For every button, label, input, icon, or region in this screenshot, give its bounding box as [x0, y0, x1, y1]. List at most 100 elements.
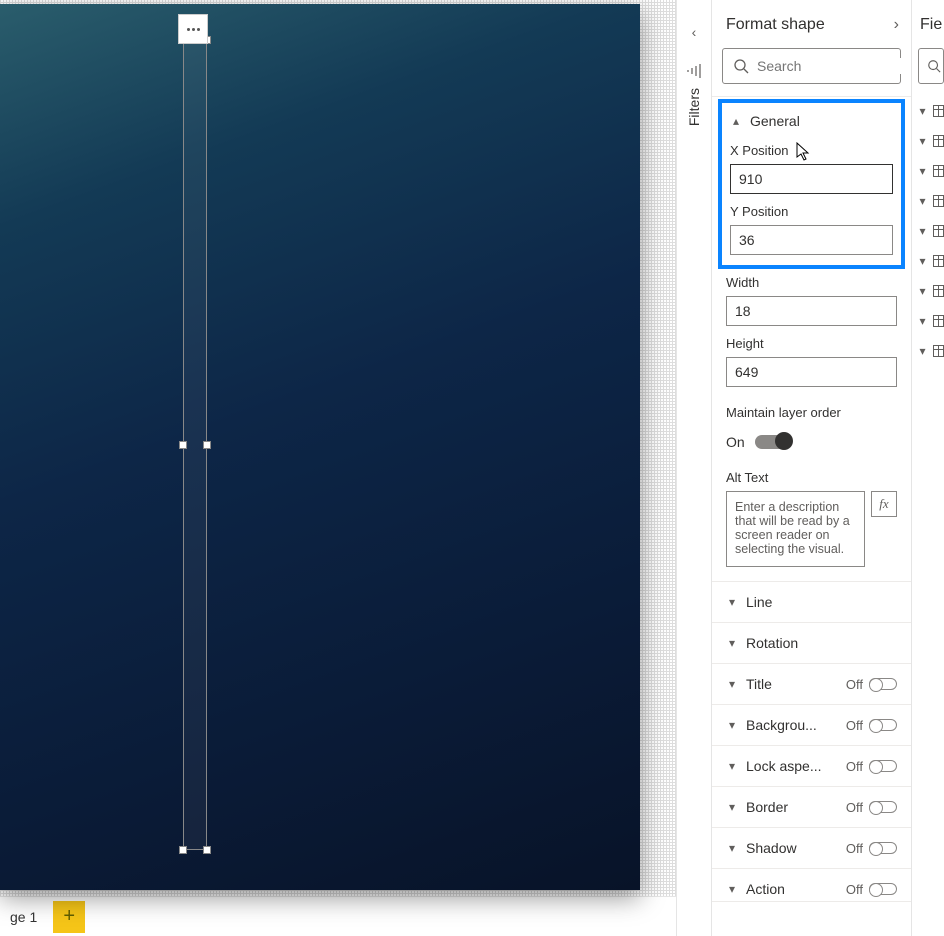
x-position-label: X Position [730, 143, 893, 158]
expand-filters-chevron-icon[interactable]: ‹ [692, 24, 697, 40]
section-rotation[interactable]: ▾Rotation [712, 622, 911, 663]
chevron-down-icon: ▾ [918, 104, 927, 118]
table-icon [933, 285, 944, 297]
search-icon [927, 59, 941, 73]
section-background-toggle[interactable]: Off [846, 718, 897, 733]
selected-shape[interactable] [183, 40, 207, 850]
page-tab[interactable]: ge 1 [6, 905, 41, 929]
resize-handle-mid-right[interactable] [203, 441, 211, 449]
chevron-down-icon: ▾ [726, 677, 738, 691]
page-tab-bar: ge 1 + [0, 896, 676, 936]
field-table-row[interactable]: ▾ [912, 186, 944, 216]
pane-title: Format shape [726, 16, 825, 34]
table-icon [933, 255, 944, 267]
format-search-box[interactable] [722, 48, 901, 84]
section-line[interactable]: ▾Line [712, 581, 911, 622]
chevron-down-icon: ▾ [918, 344, 927, 358]
section-border-toggle[interactable]: Off [846, 800, 897, 815]
section-title-title: Title [746, 676, 838, 692]
chevron-down-icon: ▾ [918, 164, 927, 178]
resize-handle-bottom-right[interactable] [203, 846, 211, 854]
ellipsis-icon [187, 28, 200, 31]
chevron-down-icon: ▾ [726, 841, 738, 855]
field-table-row[interactable]: ▾ [912, 306, 944, 336]
chevron-down-icon: ▾ [918, 284, 927, 298]
field-table-row[interactable]: ▾ [912, 336, 944, 366]
chevron-down-icon: ▾ [726, 636, 738, 650]
field-table-row[interactable]: ▾ [912, 246, 944, 276]
y-position-input[interactable] [730, 225, 893, 255]
section-lock-toggle[interactable]: Off [846, 759, 897, 774]
search-icon [733, 58, 749, 74]
section-background[interactable]: ▾Backgrou... Off [712, 704, 911, 745]
alt-text-fx-button[interactable]: fx [871, 491, 897, 517]
resize-handle-mid-left[interactable] [179, 441, 187, 449]
section-shadow-toggle[interactable]: Off [846, 841, 897, 856]
x-position-input[interactable] [730, 164, 893, 194]
section-general: ▴ General X Position Y Position Width He… [712, 96, 911, 581]
report-canvas-area: ge 1 + [0, 0, 676, 936]
section-action[interactable]: ▾ Action Off [712, 868, 911, 902]
section-border[interactable]: ▾Border Off [712, 786, 911, 827]
chevron-down-icon: ▾ [918, 224, 927, 238]
section-action-title: Action [746, 881, 838, 897]
add-page-button[interactable]: + [53, 901, 85, 933]
table-icon [933, 315, 944, 327]
field-table-row[interactable]: ▾ [912, 96, 944, 126]
chevron-down-icon: ▾ [918, 134, 927, 148]
report-canvas[interactable] [0, 0, 676, 896]
format-search-input[interactable] [757, 58, 912, 74]
field-table-row[interactable]: ▾ [912, 156, 944, 186]
alt-text-input[interactable]: Enter a description that will be read by… [726, 491, 865, 567]
toggle-off-icon [869, 883, 897, 895]
section-lock-title: Lock aspe... [746, 758, 838, 774]
table-icon [933, 195, 944, 207]
section-general-header[interactable]: ▴ General [730, 109, 893, 133]
field-table-row[interactable]: ▾ [912, 216, 944, 246]
chevron-down-icon: ▾ [918, 194, 927, 208]
section-shadow[interactable]: ▾ Shadow Off [712, 827, 911, 868]
section-title[interactable]: ▾ Title Off [712, 663, 911, 704]
chevron-up-icon: ▴ [730, 114, 742, 128]
section-shadow-title: Shadow [746, 840, 838, 856]
chevron-down-icon: ▾ [726, 718, 738, 732]
section-title-toggle[interactable]: Off [846, 677, 897, 692]
pane-next-chevron-icon[interactable]: › [894, 16, 899, 34]
alt-text-label: Alt Text [726, 470, 897, 485]
filters-icon [686, 64, 702, 78]
resize-handle-bottom-left[interactable] [179, 846, 187, 854]
fields-search-box[interactable] [918, 48, 944, 84]
table-icon [933, 105, 944, 117]
width-input[interactable] [726, 296, 897, 326]
height-input[interactable] [726, 357, 897, 387]
section-action-toggle[interactable]: Off [846, 882, 897, 897]
chevron-down-icon: ▾ [918, 254, 927, 268]
filters-pane-collapsed[interactable]: ‹ Filters [676, 0, 712, 936]
toggle-off-icon [869, 719, 897, 731]
maintain-layer-label: Maintain layer order [726, 405, 897, 420]
chevron-down-icon: ▾ [726, 595, 738, 609]
toggle-off-icon [869, 760, 897, 772]
format-shape-pane: Format shape › ▴ General X Position Y Po… [712, 0, 912, 936]
table-icon [933, 225, 944, 237]
fields-pane: Fie ▾ ▾ ▾ ▾ ▾ ▾ ▾ ▾ ▾ [912, 0, 944, 936]
section-lock-aspect[interactable]: ▾ Lock aspe... Off [712, 745, 911, 786]
maintain-layer-toggle[interactable]: On [726, 434, 897, 450]
toggle-off-icon [869, 801, 897, 813]
field-table-row[interactable]: ▾ [912, 126, 944, 156]
table-icon [933, 165, 944, 177]
section-general-title: General [750, 113, 893, 129]
chevron-down-icon: ▾ [726, 800, 738, 814]
width-label: Width [726, 275, 897, 290]
chevron-down-icon: ▾ [726, 882, 738, 896]
shape-more-options-button[interactable] [178, 14, 208, 44]
toggle-off-icon [869, 842, 897, 854]
filters-label: Filters [686, 88, 702, 126]
field-table-row[interactable]: ▾ [912, 276, 944, 306]
general-highlight-box: ▴ General X Position Y Position [718, 99, 905, 269]
chevron-down-icon: ▾ [726, 759, 738, 773]
table-icon [933, 345, 944, 357]
chevron-down-icon: ▾ [918, 314, 927, 328]
toggle-off-icon [869, 678, 897, 690]
maintain-layer-state: On [726, 434, 745, 450]
